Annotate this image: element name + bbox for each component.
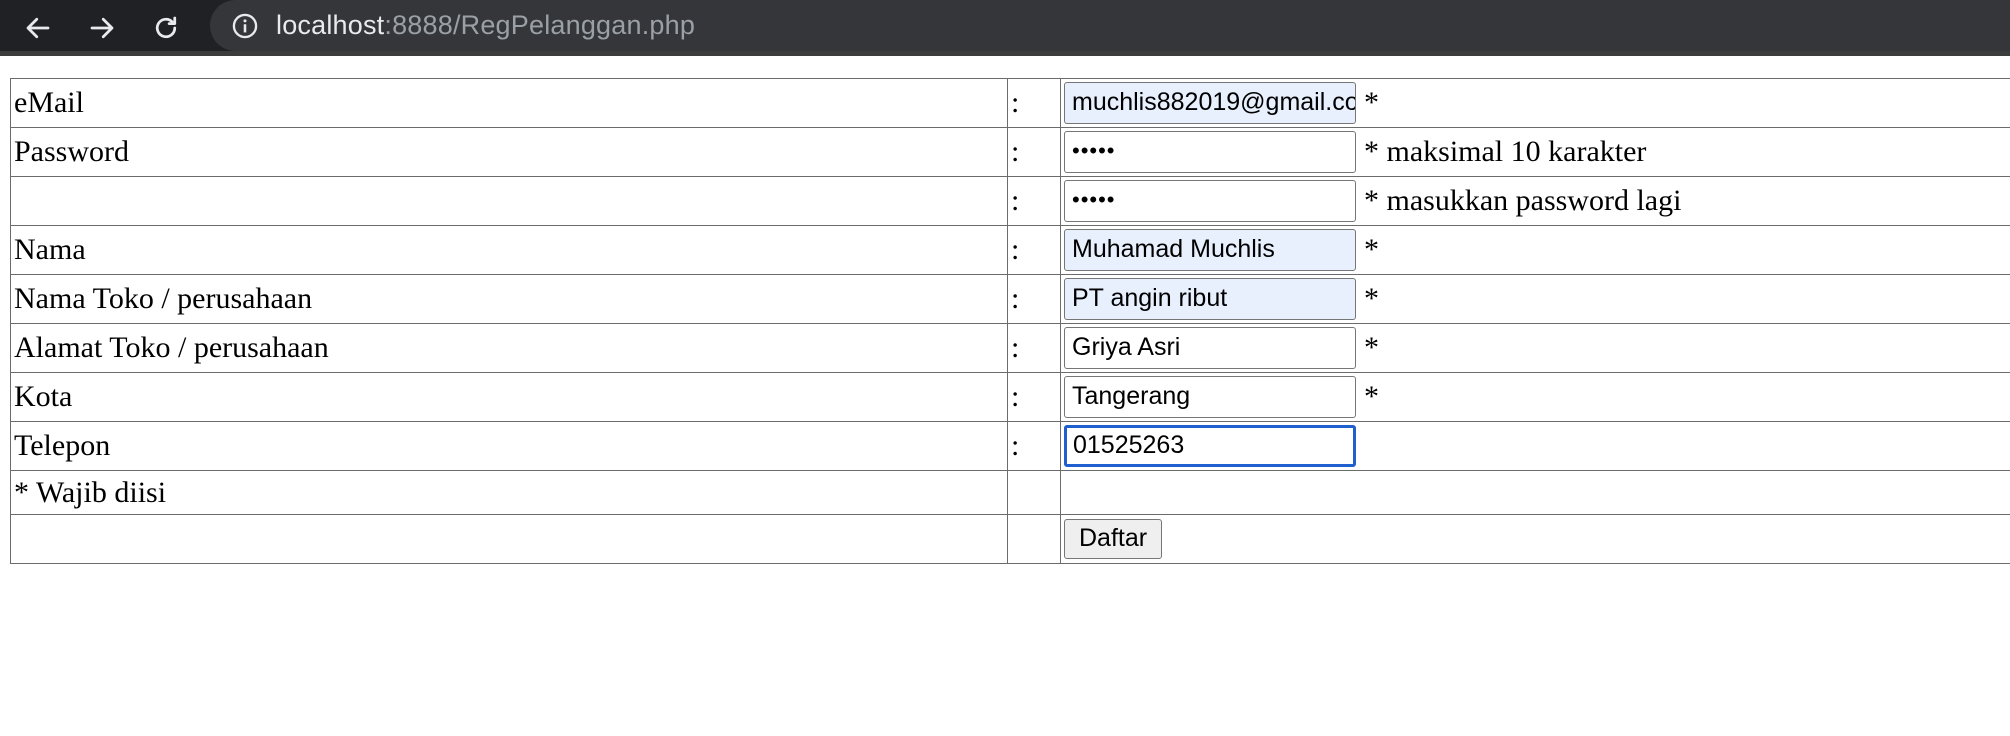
form-row-nama: Nama : Muhamad Muchlis *: [10, 225, 2010, 275]
kota-required-marker: *: [1364, 380, 1379, 413]
site-info-icon[interactable]: [230, 11, 260, 41]
nama-toko-label: Nama Toko / perusahaan: [10, 274, 1008, 324]
telepon-cell: 01525263: [1060, 421, 2010, 471]
alamat-toko-cell: Griya Asri *: [1060, 323, 2010, 373]
nama-input[interactable]: Muhamad Muchlis: [1064, 229, 1356, 271]
row-separator: :: [1007, 225, 1061, 275]
row-separator: :: [1007, 78, 1061, 128]
form-row-nama-toko: Nama Toko / perusahaan : PT angin ribut *: [10, 274, 2010, 324]
telepon-input[interactable]: 01525263: [1064, 425, 1356, 467]
url-path: :8888/RegPelanggan.php: [384, 10, 696, 40]
password-hint: * maksimal 10 karakter: [1364, 135, 1647, 168]
row-separator: :: [1007, 421, 1061, 471]
empty-cell: [10, 514, 1008, 564]
url-text: localhost:8888/RegPelanggan.php: [276, 10, 695, 41]
row-separator: :: [1007, 127, 1061, 177]
password-label: Password: [10, 127, 1008, 177]
url-host: localhost: [276, 10, 385, 40]
row-separator: :: [1007, 176, 1061, 226]
empty-cell: [1007, 514, 1061, 564]
telepon-label: Telepon: [10, 421, 1008, 471]
form-row-kota: Kota : Tangerang *: [10, 372, 2010, 422]
registration-form-table: eMail : muchlis882019@gmail.com* Passwor…: [10, 78, 2010, 564]
form-row-submit: Daftar: [10, 514, 2010, 564]
forward-button[interactable]: [80, 6, 124, 50]
row-separator: :: [1007, 323, 1061, 373]
kota-input[interactable]: Tangerang: [1064, 376, 1356, 418]
nama-required-marker: *: [1364, 233, 1379, 266]
form-row-password-confirm: : ••••• * masukkan password lagi: [10, 176, 2010, 226]
password-confirm-cell: ••••• * masukkan password lagi: [1060, 176, 2010, 226]
row-separator: :: [1007, 372, 1061, 422]
email-input[interactable]: muchlis882019@gmail.com: [1064, 82, 1356, 124]
arrow-left-icon: [26, 17, 50, 39]
password-confirm-label: [10, 176, 1008, 226]
alamat-toko-input[interactable]: Griya Asri: [1064, 327, 1356, 369]
email-required-marker: *: [1364, 86, 1379, 119]
daftar-button[interactable]: Daftar: [1064, 519, 1163, 559]
nama-label: Nama: [10, 225, 1008, 275]
nama-toko-required-marker: *: [1364, 282, 1379, 315]
password-confirm-hint: * masukkan password lagi: [1364, 184, 1682, 217]
password-cell: ••••• * maksimal 10 karakter: [1060, 127, 2010, 177]
back-button[interactable]: [16, 6, 60, 50]
required-note: * Wajib diisi: [10, 470, 1008, 515]
form-row-alamat-toko: Alamat Toko / perusahaan : Griya Asri *: [10, 323, 2010, 373]
kota-label: Kota: [10, 372, 1008, 422]
nama-toko-cell: PT angin ribut *: [1060, 274, 2010, 324]
kota-cell: Tangerang *: [1060, 372, 2010, 422]
arrow-right-icon: [90, 17, 114, 39]
row-separator: :: [1007, 274, 1061, 324]
browser-toolbar: localhost:8888/RegPelanggan.php: [0, 0, 2010, 56]
reload-icon: [155, 16, 177, 39]
empty-cell: [1007, 470, 1061, 515]
empty-cell: [1060, 470, 2010, 515]
email-cell: muchlis882019@gmail.com*: [1060, 78, 2010, 128]
password-input[interactable]: •••••: [1064, 131, 1356, 173]
reload-button[interactable]: [144, 6, 188, 50]
form-row-password: Password : ••••• * maksimal 10 karakter: [10, 127, 2010, 177]
address-bar[interactable]: localhost:8888/RegPelanggan.php: [210, 0, 2010, 51]
submit-cell: Daftar: [1060, 514, 2010, 564]
form-row-required-note: * Wajib diisi: [10, 470, 2010, 515]
nama-toko-input[interactable]: PT angin ribut: [1064, 278, 1356, 320]
alamat-toko-required-marker: *: [1364, 331, 1379, 364]
form-row-email: eMail : muchlis882019@gmail.com*: [10, 78, 2010, 128]
password-confirm-input[interactable]: •••••: [1064, 180, 1356, 222]
nama-cell: Muhamad Muchlis *: [1060, 225, 2010, 275]
email-label: eMail: [10, 78, 1008, 128]
alamat-toko-label: Alamat Toko / perusahaan: [10, 323, 1008, 373]
form-row-telepon: Telepon : 01525263: [10, 421, 2010, 471]
